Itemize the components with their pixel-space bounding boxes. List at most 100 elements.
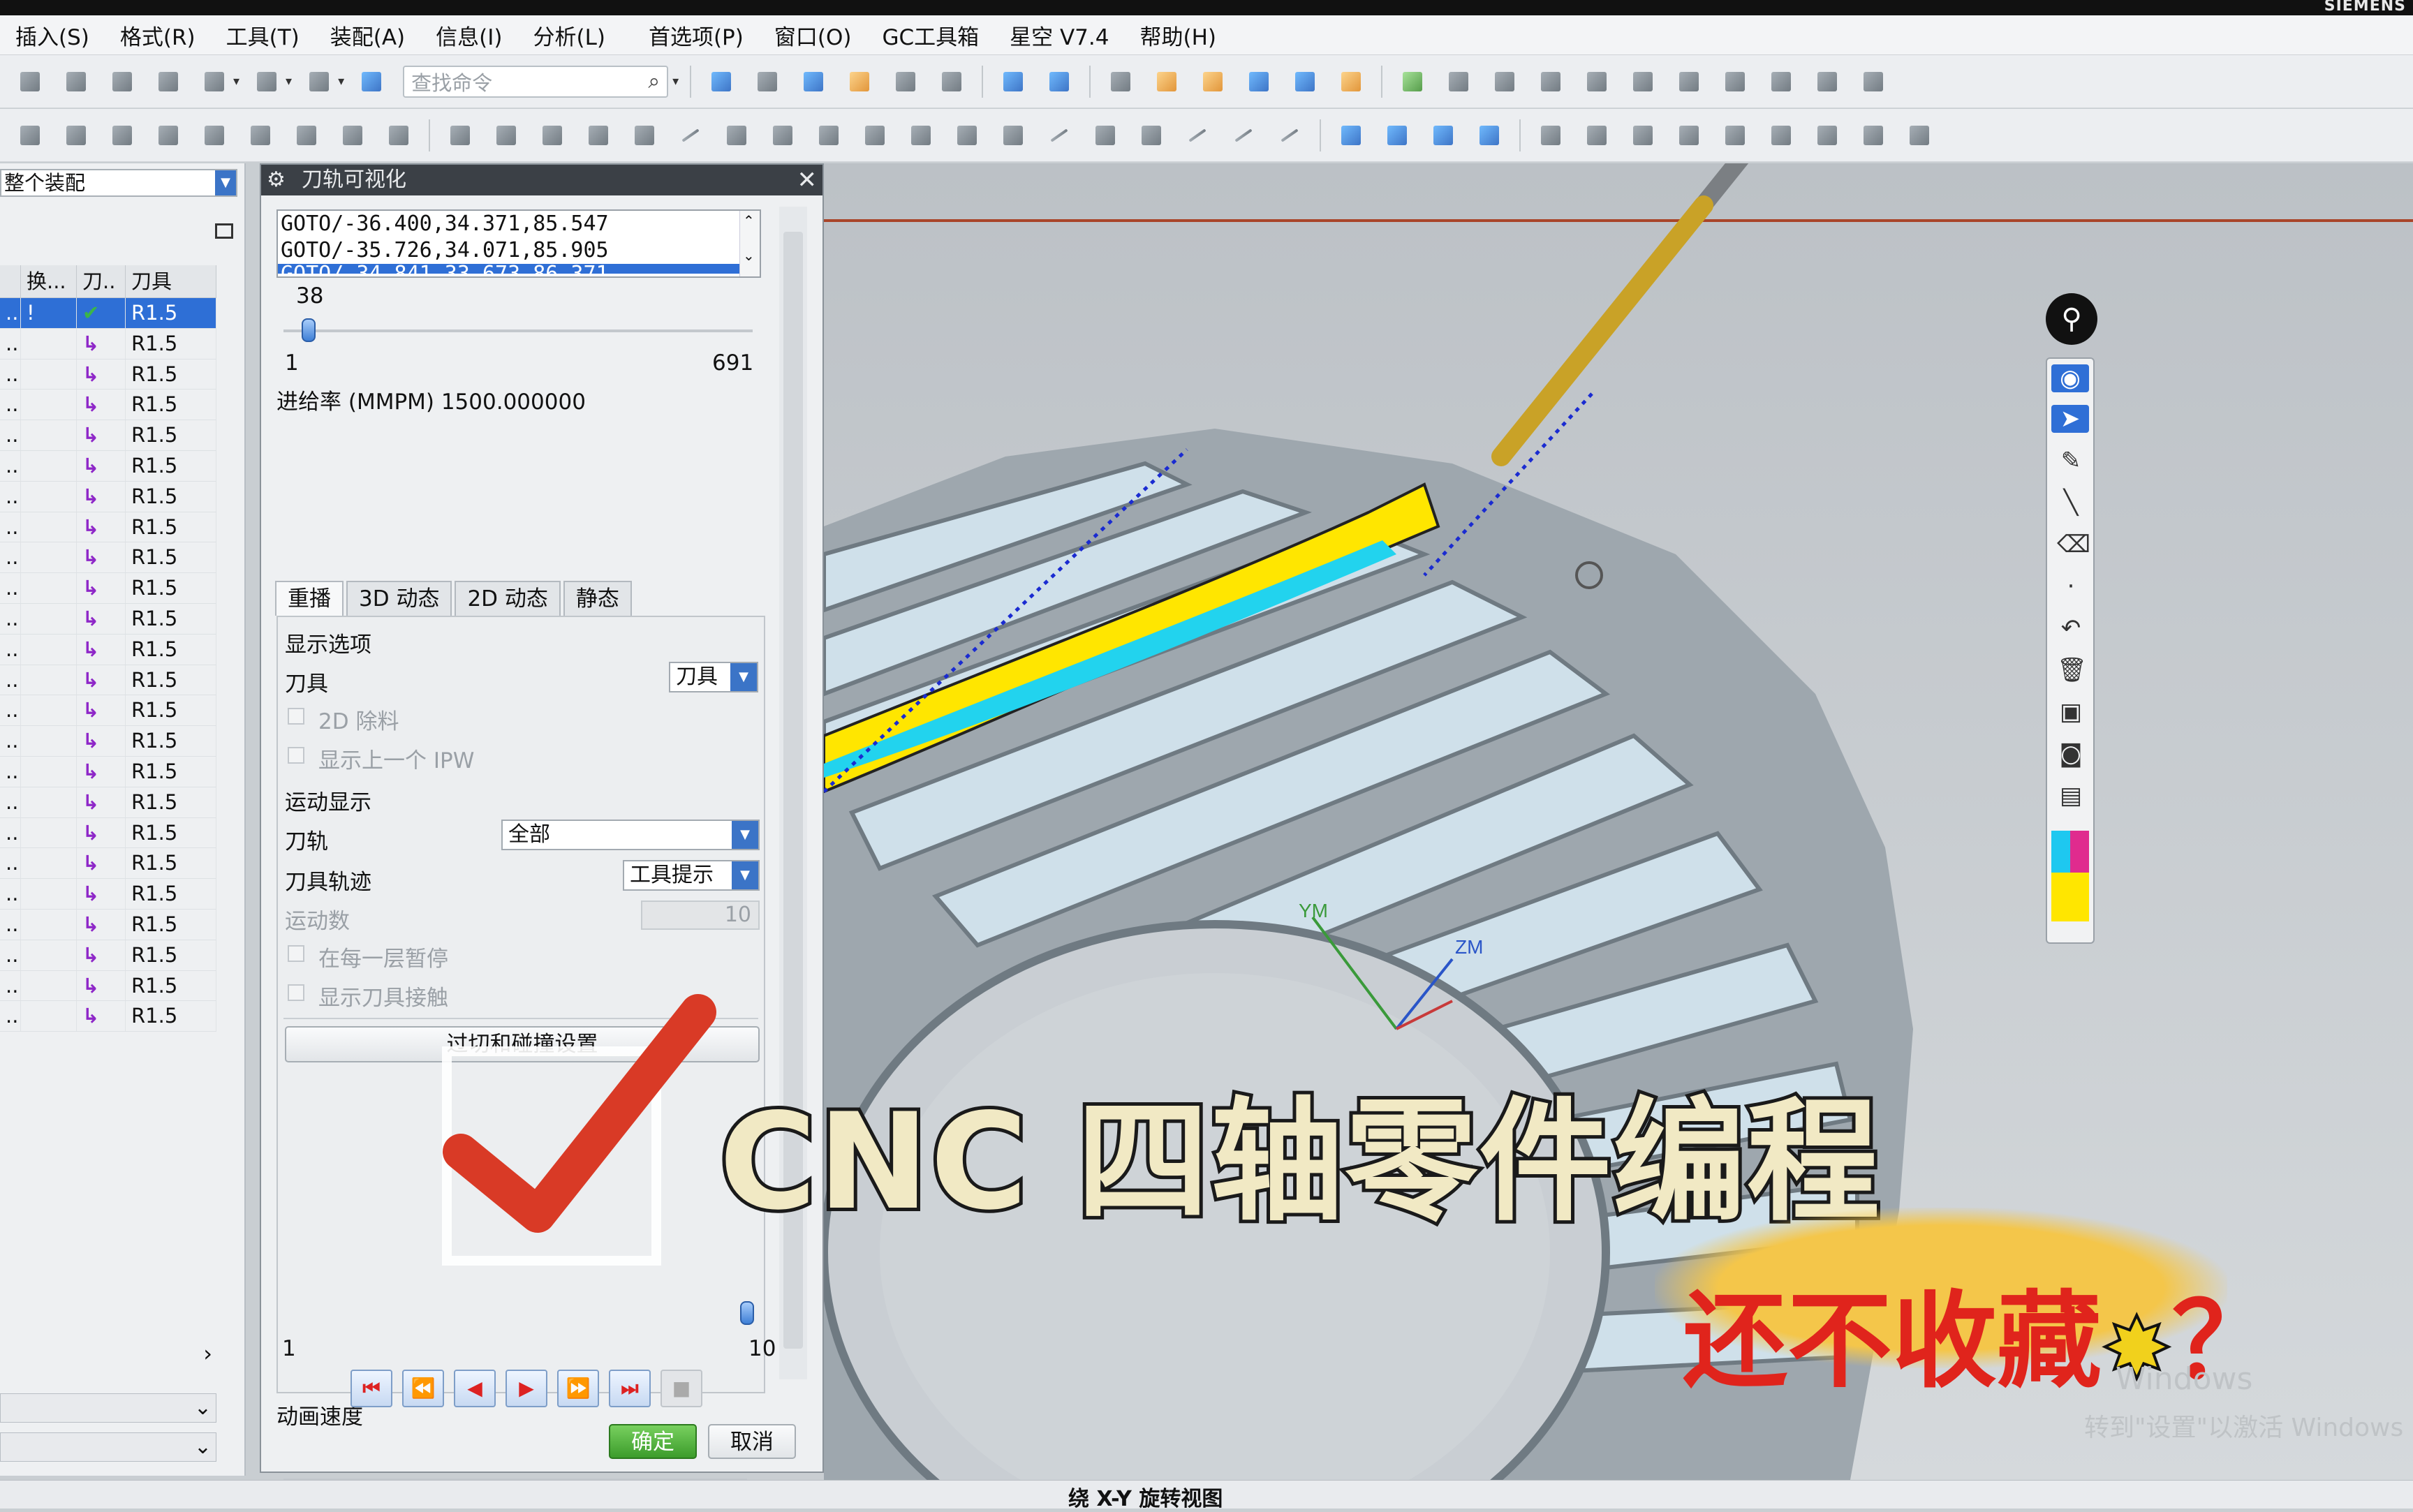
verify-icon[interactable]: [1397, 66, 1428, 97]
menu-gc-toolbox[interactable]: GC工具箱: [866, 20, 994, 51]
eraser-icon[interactable]: ⌫: [2057, 531, 2090, 558]
edit-icon[interactable]: [1766, 120, 1796, 151]
chevron-down-icon[interactable]: ▼: [215, 170, 236, 195]
operation-icon[interactable]: [1766, 66, 1796, 97]
clipboard-icon[interactable]: ▤: [2057, 782, 2085, 810]
operation-icon[interactable]: [1489, 66, 1520, 97]
surface-icon[interactable]: [721, 120, 752, 151]
layer-icon[interactable]: [304, 66, 334, 97]
table-row[interactable]: ... ↳R1.5: [0, 1001, 216, 1032]
table-row[interactable]: ... ↳R1.5: [0, 848, 216, 880]
undo-icon[interactable]: [199, 66, 230, 97]
surface-icon[interactable]: [767, 120, 798, 151]
cube-view-icon[interactable]: [798, 66, 829, 97]
operation-icon[interactable]: [1858, 66, 1889, 97]
chevron-down-icon[interactable]: ⌄: [194, 1394, 212, 1422]
rewind-start-icon[interactable]: ⏮: [350, 1370, 392, 1407]
menu-insert[interactable]: 插入(S): [0, 20, 105, 51]
table-row[interactable]: ... ↳R1.5: [0, 450, 216, 482]
fast-forward-end-icon[interactable]: ⏭: [609, 1370, 651, 1407]
column-header[interactable]: 换...: [21, 265, 77, 297]
cut-icon[interactable]: [15, 66, 45, 97]
command-search-input[interactable]: 查找命令 ⌕: [403, 65, 669, 98]
path-select[interactable]: 全部 ▼: [501, 820, 760, 850]
table-row[interactable]: ... ↳R1.5: [0, 909, 216, 940]
close-icon[interactable]: ✕: [797, 165, 818, 195]
table-row[interactable]: ... ↳R1.5: [0, 970, 216, 1002]
snap-icon[interactable]: [1044, 66, 1075, 97]
highlight-icon[interactable]: [844, 66, 875, 97]
render-style-icon[interactable]: [752, 66, 783, 97]
rectangle-icon[interactable]: [537, 120, 568, 151]
list-item-selected[interactable]: GOTO/-34.841,33.673,86.371: [278, 264, 760, 274]
edit-icon[interactable]: [1858, 120, 1889, 151]
maximize-icon[interactable]: [215, 223, 233, 239]
operation-icon[interactable]: [1581, 66, 1612, 97]
flag-icon[interactable]: [1474, 120, 1505, 151]
table-row[interactable]: ... ↳R1.5: [0, 542, 216, 574]
anim-speed-thumb[interactable]: [740, 1301, 754, 1325]
table-row[interactable]: ... ↳R1.5: [0, 390, 216, 421]
camera-icon[interactable]: ◙: [2057, 740, 2085, 768]
edit-icon[interactable]: [1674, 120, 1704, 151]
dependencies-dropdown[interactable]: ⌄: [0, 1432, 216, 1462]
operation-icon[interactable]: [1443, 66, 1474, 97]
table-row[interactable]: ... ↳R1.5: [0, 481, 216, 512]
line-tool-icon[interactable]: ╲: [2057, 489, 2085, 517]
chevron-down-icon[interactable]: ▼: [730, 663, 757, 691]
plus-icon[interactable]: [1090, 120, 1121, 151]
measure-icon[interactable]: [1151, 66, 1182, 97]
move-icon[interactable]: [251, 66, 282, 97]
tab-replay[interactable]: 重播: [275, 581, 344, 616]
flag-icon[interactable]: [1428, 120, 1459, 151]
table-row[interactable]: ... ↳R1.5: [0, 726, 216, 757]
feature-icon[interactable]: [245, 120, 276, 151]
wcs-icon[interactable]: [1244, 66, 1274, 97]
pencil-icon[interactable]: ✎: [2057, 447, 2085, 475]
detail-dropdown[interactable]: ⌄: [0, 1393, 216, 1423]
search-icon[interactable]: ⌕: [648, 69, 660, 94]
tool-trace-select[interactable]: 工具提示 ▼: [623, 860, 760, 891]
chevron-down-icon[interactable]: ▼: [732, 861, 758, 889]
line-icon[interactable]: [1044, 120, 1075, 151]
section-icon[interactable]: [890, 66, 921, 97]
column-header[interactable]: 刀..: [77, 265, 126, 297]
table-row[interactable]: ... ↳R1.5: [0, 879, 216, 910]
feature-icon[interactable]: [199, 120, 230, 151]
sketch-line-icon[interactable]: [491, 120, 522, 151]
goto-listbox[interactable]: GOTO/-36.400,34.371,85.547 GOTO/-35.726,…: [276, 209, 761, 278]
position-slider-thumb[interactable]: [302, 318, 316, 342]
line-icon[interactable]: [1274, 120, 1305, 151]
menu-format[interactable]: 格式(R): [105, 20, 211, 51]
operation-icon[interactable]: [1628, 66, 1658, 97]
close-icon[interactable]: [1904, 120, 1935, 151]
column-header[interactable]: 刀具: [126, 265, 216, 297]
frame-icon[interactable]: [936, 66, 967, 97]
color-swatch-yellow[interactable]: [2051, 873, 2089, 921]
table-row[interactable]: ... ↳R1.5: [0, 695, 216, 727]
operation-icon[interactable]: [1812, 66, 1843, 97]
table-row[interactable]: ... ↳R1.5: [0, 940, 216, 971]
edit-icon[interactable]: [1535, 120, 1566, 151]
play-reverse-icon[interactable]: ◀: [454, 1370, 496, 1407]
surface-icon[interactable]: [906, 120, 936, 151]
list-scrollbar[interactable]: ⌃ ⌄: [739, 211, 760, 276]
chevron-down-icon[interactable]: ▾: [233, 74, 239, 89]
menu-information[interactable]: 信息(I): [420, 20, 517, 51]
menu-tools[interactable]: 工具(T): [211, 20, 315, 51]
undo-icon[interactable]: ↶: [2057, 614, 2085, 642]
table-row[interactable]: ...!✔R1.5: [0, 298, 216, 329]
table-row[interactable]: ... ↳R1.5: [0, 756, 216, 787]
table-row[interactable]: ... ↳R1.5: [0, 512, 216, 543]
line-icon[interactable]: [1228, 120, 1259, 151]
delete-icon[interactable]: [153, 66, 184, 97]
table-row[interactable]: ... ↳R1.5: [0, 787, 216, 818]
column-header[interactable]: [0, 265, 21, 297]
operation-icon[interactable]: [1720, 66, 1750, 97]
table-row[interactable]: ... ↳R1.5: [0, 665, 216, 696]
cursor-icon[interactable]: ➤: [2051, 405, 2089, 433]
menu-assembly[interactable]: 装配(A): [315, 20, 420, 51]
table-row[interactable]: ... ↳R1.5: [0, 420, 216, 451]
trash-icon[interactable]: 🗑: [2057, 656, 2087, 684]
offset-icon[interactable]: [1136, 120, 1167, 151]
